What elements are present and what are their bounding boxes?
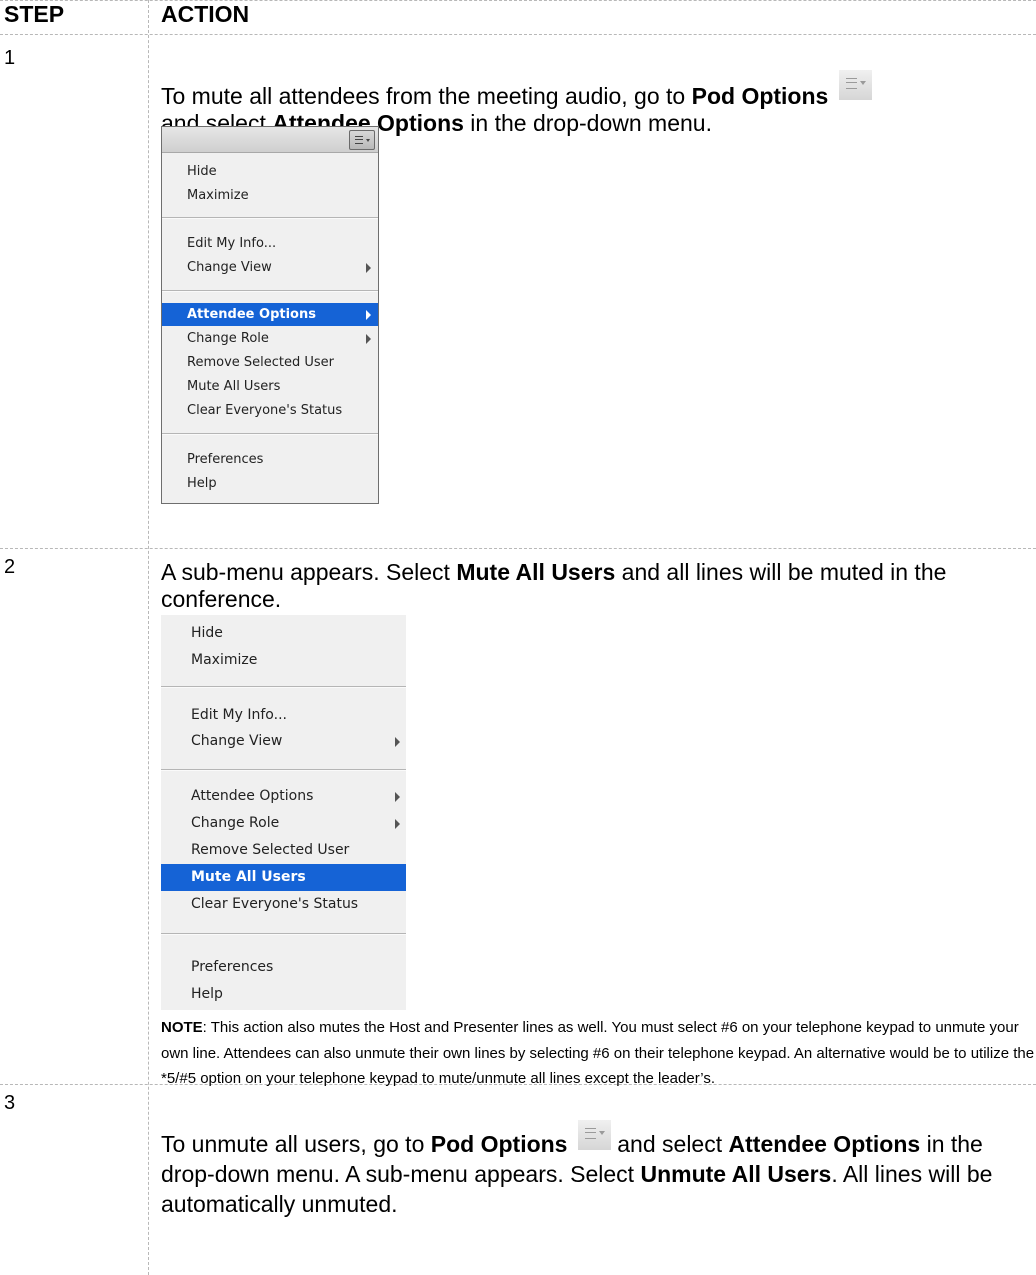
menu-item-change-view[interactable]: Change View (161, 728, 406, 755)
menu-item-preferences[interactable]: Preferences (162, 448, 378, 471)
menu-separator (161, 686, 406, 688)
note-text: : This action also mutes the Host and Pr… (161, 1019, 1035, 1087)
menu-item-change-role[interactable]: Change Role (162, 327, 378, 350)
text: in the drop-down menu. (463, 110, 712, 136)
pod-options-button[interactable] (349, 130, 375, 150)
menu-item-clear-status[interactable]: Clear Everyone's Status (162, 399, 378, 422)
column-header-step: STEP (4, 1, 65, 27)
menu-separator (162, 433, 378, 435)
menu-separator (162, 217, 378, 219)
unmute-all-users-label: Unmute All Users (640, 1161, 832, 1187)
column-header-action: ACTION (161, 1, 250, 27)
step-2-note: NOTE: This action also mutes the Host an… (161, 1015, 1036, 1092)
text: and select (610, 1131, 729, 1157)
dropdown-arrow-icon (366, 139, 370, 142)
menu-item-edit-my-info[interactable]: Edit My Info... (162, 232, 378, 255)
attendee-options-label: Attendee Options (728, 1131, 921, 1157)
table-top-border (0, 0, 1036, 1)
header-row-divider (0, 34, 1036, 35)
column-divider (148, 0, 149, 1275)
menu-item-maximize[interactable]: Maximize (161, 647, 406, 674)
submenu-arrow-icon (366, 262, 371, 273)
menu-item-maximize[interactable]: Maximize (162, 184, 378, 207)
menu-item-change-view[interactable]: Change View (162, 256, 378, 279)
menu-item-clear-status[interactable]: Clear Everyone's Status (161, 891, 406, 918)
menu-separator (161, 933, 406, 935)
submenu-arrow-icon (395, 736, 400, 747)
step-number: 2 (4, 556, 16, 578)
pod-options-label: Pod Options (691, 83, 829, 109)
pod-options-label: Pod Options (430, 1131, 568, 1157)
row-divider-1 (0, 548, 1036, 549)
step-3-instruction: To unmute all users, go to Pod Options a… (161, 1120, 1011, 1219)
pod-options-icon (577, 1120, 611, 1150)
note-label: NOTE (161, 1019, 203, 1036)
menu-item-change-role[interactable]: Change Role (161, 810, 406, 837)
menu-item-attendee-options[interactable]: Attendee Options (162, 303, 378, 326)
pod-title-bar (162, 127, 378, 153)
step-number: 1 (4, 47, 16, 69)
text: A sub-menu appears. Select (161, 559, 457, 585)
menu-item-hide[interactable]: Hide (161, 620, 406, 647)
menu-item-mute-all-users[interactable]: Mute All Users (162, 375, 378, 398)
menu-item-remove-selected-user[interactable]: Remove Selected User (161, 837, 406, 864)
menu-item-edit-my-info[interactable]: Edit My Info... (161, 702, 406, 729)
submenu-arrow-icon (366, 333, 371, 344)
pod-options-menu-screenshot: Hide Maximize Edit My Info... Change Vie… (161, 126, 379, 504)
submenu-arrow-icon (366, 309, 371, 320)
menu-item-help[interactable]: Help (162, 472, 378, 495)
mute-all-users-label: Mute All Users (456, 559, 616, 585)
menu-item-attendee-options[interactable]: Attendee Options (161, 783, 406, 810)
text: To mute all attendees from the meeting a… (161, 83, 692, 109)
submenu-arrow-icon (395, 791, 400, 802)
pod-options-icon (838, 70, 872, 100)
menu-separator (162, 290, 378, 292)
step-2-instruction: A sub-menu appears. Select Mute All User… (161, 559, 1021, 613)
submenu-arrow-icon (395, 818, 400, 829)
menu-item-remove-selected-user[interactable]: Remove Selected User (162, 351, 378, 374)
menu-item-preferences[interactable]: Preferences (161, 954, 406, 981)
menu-lines-icon (355, 136, 363, 144)
attendee-submenu-screenshot: Hide Maximize Edit My Info... Change Vie… (161, 615, 406, 1010)
menu-item-mute-all-users[interactable]: Mute All Users (161, 864, 406, 891)
text: To unmute all users, go to (161, 1131, 431, 1157)
menu-item-hide[interactable]: Hide (162, 160, 378, 183)
step-number: 3 (4, 1092, 16, 1114)
menu-separator (161, 769, 406, 771)
menu-item-help[interactable]: Help (161, 981, 406, 1008)
